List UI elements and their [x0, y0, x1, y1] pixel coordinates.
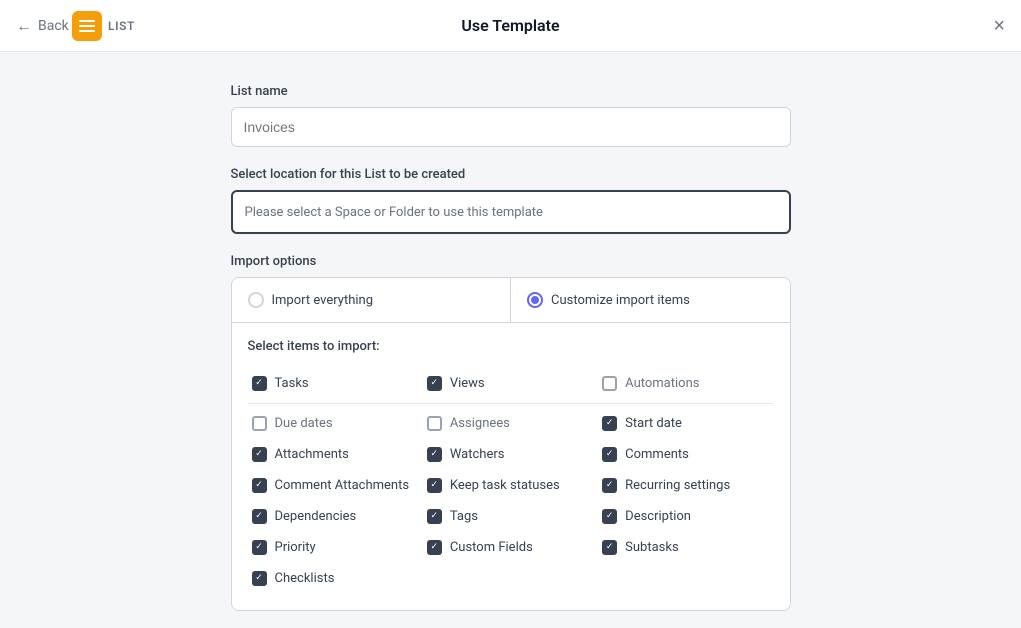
- start-date-item[interactable]: Start date: [598, 408, 773, 439]
- due-dates-checkbox[interactable]: [252, 416, 267, 431]
- priority-label: Priority: [275, 540, 316, 555]
- keep-task-statuses-checkbox[interactable]: [427, 478, 442, 493]
- import-options-label: Import options: [231, 254, 791, 269]
- priority-checkbox[interactable]: [252, 540, 267, 555]
- automations-checkbox[interactable]: [602, 376, 617, 391]
- customize-import-option[interactable]: Customize import items: [511, 278, 790, 322]
- import-everything-option[interactable]: Import everything: [232, 278, 512, 322]
- tasks-item[interactable]: Tasks: [248, 368, 423, 399]
- back-label: Back: [38, 18, 69, 34]
- views-item[interactable]: Views: [423, 368, 598, 399]
- start-date-label: Start date: [625, 416, 682, 431]
- watchers-checkbox[interactable]: [427, 447, 442, 462]
- location-placeholder: Please select a Space or Folder to use t…: [245, 205, 543, 220]
- recurring-settings-label: Recurring settings: [625, 478, 730, 493]
- checklists-checkbox[interactable]: [252, 571, 267, 586]
- due-dates-item[interactable]: Due dates: [248, 408, 423, 439]
- assignees-checkbox[interactable]: [427, 416, 442, 431]
- list-menu-icon: [79, 20, 95, 32]
- due-dates-label: Due dates: [275, 416, 333, 431]
- comment-attachments-label: Comment Attachments: [275, 478, 410, 493]
- import-options-container: Import everything Customize import items…: [231, 277, 791, 611]
- subtasks-checkbox[interactable]: [602, 540, 617, 555]
- subtasks-label: Subtasks: [625, 540, 679, 555]
- keep-task-statuses-item[interactable]: Keep task statuses: [423, 470, 598, 501]
- recurring-settings-item[interactable]: Recurring settings: [598, 470, 773, 501]
- tasks-checkbox[interactable]: [252, 376, 267, 391]
- dependencies-label: Dependencies: [275, 509, 357, 524]
- comment-attachments-item[interactable]: Comment Attachments: [248, 470, 423, 501]
- priority-item[interactable]: Priority: [248, 532, 423, 563]
- select-items-label: Select items to import:: [248, 339, 774, 354]
- import-everything-radio[interactable]: [248, 292, 264, 308]
- assignees-label: Assignees: [450, 416, 510, 431]
- customize-import-label: Customize import items: [551, 293, 690, 308]
- tags-item[interactable]: Tags: [423, 501, 598, 532]
- automations-label: Automations: [625, 376, 699, 391]
- items-grid: Tasks Views Automations: [248, 368, 774, 594]
- tags-label: Tags: [450, 509, 478, 524]
- divider-1: [248, 403, 774, 404]
- attachments-item[interactable]: Attachments: [248, 439, 423, 470]
- views-checkbox[interactable]: [427, 376, 442, 391]
- import-everything-label: Import everything: [272, 293, 374, 308]
- custom-fields-label: Custom Fields: [450, 540, 533, 555]
- tasks-label: Tasks: [275, 376, 309, 391]
- views-label: Views: [450, 376, 485, 391]
- list-icon-group: LIST: [72, 11, 135, 41]
- automations-item[interactable]: Automations: [598, 368, 773, 399]
- tags-checkbox[interactable]: [427, 509, 442, 524]
- list-name-group: List name: [231, 84, 791, 147]
- custom-fields-checkbox[interactable]: [427, 540, 442, 555]
- start-date-checkbox[interactable]: [602, 416, 617, 431]
- keep-task-statuses-label: Keep task statuses: [450, 478, 560, 493]
- form-container: List name Select location for this List …: [231, 84, 791, 628]
- description-checkbox[interactable]: [602, 509, 617, 524]
- checklists-label: Checklists: [275, 571, 335, 586]
- comments-item[interactable]: Comments: [598, 439, 773, 470]
- comments-checkbox[interactable]: [602, 447, 617, 462]
- back-button[interactable]: ← Back: [16, 16, 69, 36]
- subtasks-item[interactable]: Subtasks: [598, 532, 773, 563]
- comment-attachments-checkbox[interactable]: [252, 478, 267, 493]
- description-label: Description: [625, 509, 691, 524]
- list-icon-button[interactable]: [72, 11, 102, 41]
- back-arrow-icon: ←: [16, 16, 32, 36]
- description-item[interactable]: Description: [598, 501, 773, 532]
- location-input[interactable]: Please select a Space or Folder to use t…: [231, 190, 791, 234]
- recurring-settings-checkbox[interactable]: [602, 478, 617, 493]
- main-content: List name Select location for this List …: [0, 52, 1021, 628]
- import-options-group: Import options Import everything Customi…: [231, 254, 791, 611]
- watchers-label: Watchers: [450, 447, 505, 462]
- radio-options: Import everything Customize import items: [232, 278, 790, 323]
- list-label: LIST: [108, 19, 135, 33]
- watchers-item[interactable]: Watchers: [423, 439, 598, 470]
- select-items-section: Select items to import: Tasks Views: [232, 323, 790, 610]
- attachments-checkbox[interactable]: [252, 447, 267, 462]
- assignees-item[interactable]: Assignees: [423, 408, 598, 439]
- attachments-label: Attachments: [275, 447, 349, 462]
- list-name-input[interactable]: [231, 107, 791, 147]
- comments-label: Comments: [625, 447, 689, 462]
- page-title: Use Template: [461, 16, 559, 35]
- dependencies-checkbox[interactable]: [252, 509, 267, 524]
- location-label: Select location for this List to be crea…: [231, 167, 791, 182]
- custom-fields-item[interactable]: Custom Fields: [423, 532, 598, 563]
- header: ← Back LIST Use Template ×: [0, 0, 1021, 52]
- checklists-item[interactable]: Checklists: [248, 563, 423, 594]
- dependencies-item[interactable]: Dependencies: [248, 501, 423, 532]
- customize-import-radio[interactable]: [527, 292, 543, 308]
- location-group: Select location for this List to be crea…: [231, 167, 791, 234]
- close-button[interactable]: ×: [993, 16, 1005, 36]
- list-name-label: List name: [231, 84, 791, 99]
